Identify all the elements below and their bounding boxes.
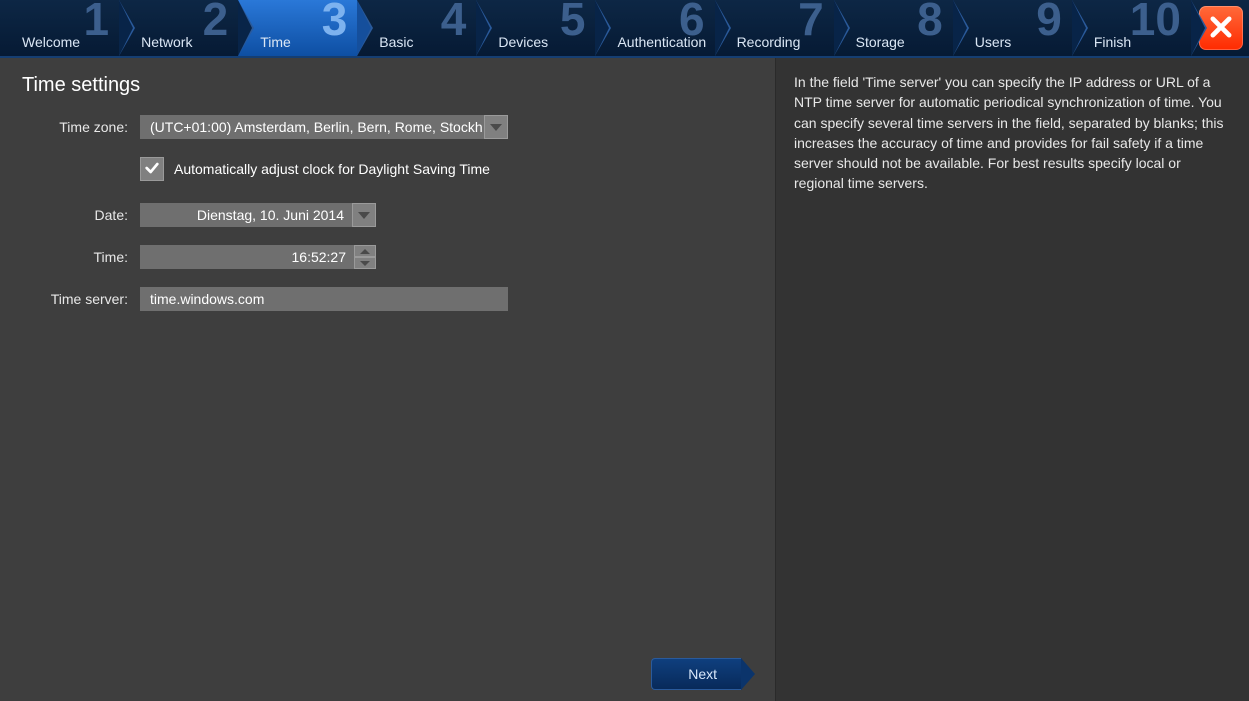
step-number: 8 [917,0,943,42]
dst-checkbox[interactable] [140,157,164,181]
step-finish[interactable]: 10 Finish [1072,0,1191,56]
step-label: Time [260,34,291,50]
chevron-down-icon [490,124,502,131]
step-label: Recording [737,34,801,50]
step-number: 9 [1036,0,1062,42]
label-time: Time: [20,249,140,265]
step-recording[interactable]: 7 Recording [715,0,834,56]
time-spinner[interactable]: 16:52:27 [140,245,376,269]
next-button-label: Next [688,666,717,682]
row-date: Date: Dienstag, 10. Juni 2014 [20,203,755,227]
step-label: Users [975,34,1012,50]
step-network[interactable]: 2 Network [119,0,238,56]
chevron-up-icon [360,249,370,254]
date-dropdown-button[interactable] [352,203,376,227]
page-title: Time settings [22,74,755,97]
step-number: 3 [322,0,348,42]
wizard-stepper: 1 Welcome 2 Network 3 Time 4 Basic 5 Dev… [0,0,1249,58]
step-devices[interactable]: 5 Devices [476,0,595,56]
step-welcome[interactable]: 1 Welcome [0,0,119,56]
spinner-up-button[interactable] [354,245,376,257]
step-number: 2 [203,0,229,42]
timezone-value: (UTC+01:00) Amsterdam, Berlin, Bern, Rom… [140,115,484,139]
time-spinner-buttons [354,245,376,269]
time-value: 16:52:27 [140,245,354,269]
dropdown-button[interactable] [484,115,508,139]
step-users[interactable]: 9 Users [953,0,1072,56]
chevron-down-icon [360,261,370,266]
step-authentication[interactable]: 6 Authentication [595,0,714,56]
chevron-down-icon [358,212,370,219]
row-time: Time: 16:52:27 [20,245,755,269]
step-storage[interactable]: 8 Storage [834,0,953,56]
label-timezone: Time zone: [20,119,140,135]
timeserver-input[interactable] [140,287,508,311]
step-label: Finish [1094,34,1131,50]
check-icon [144,160,160,179]
close-icon [1207,13,1235,44]
main-panel: Time settings Time zone: (UTC+01:00) Ams… [0,58,775,701]
dst-checkbox-label: Automatically adjust clock for Daylight … [174,161,490,177]
step-label: Authentication [617,34,706,50]
step-number: 10 [1130,0,1181,42]
next-button[interactable]: Next [651,659,755,689]
help-text: In the field 'Time server' you can speci… [794,72,1231,194]
label-date: Date: [20,207,140,223]
step-number: 7 [798,0,824,42]
help-panel: In the field 'Time server' you can speci… [775,58,1249,701]
step-label: Devices [498,34,548,50]
step-number: 5 [560,0,586,42]
row-timeserver: Time server: [20,287,755,311]
row-dst: Automatically adjust clock for Daylight … [140,157,755,181]
step-label: Basic [379,34,413,50]
step-label: Storage [856,34,905,50]
row-timezone: Time zone: (UTC+01:00) Amsterdam, Berlin… [20,115,755,139]
step-label: Welcome [22,34,80,50]
step-number: 1 [84,0,110,42]
step-number: 4 [441,0,467,42]
timezone-dropdown[interactable]: (UTC+01:00) Amsterdam, Berlin, Bern, Rom… [140,115,508,139]
step-basic[interactable]: 4 Basic [357,0,476,56]
arrow-right-icon [741,658,755,690]
spinner-down-button[interactable] [354,257,376,269]
date-value: Dienstag, 10. Juni 2014 [140,203,352,227]
label-timeserver: Time server: [20,291,140,307]
step-label: Network [141,34,192,50]
step-time[interactable]: 3 Time [238,0,357,56]
date-picker[interactable]: Dienstag, 10. Juni 2014 [140,203,376,227]
